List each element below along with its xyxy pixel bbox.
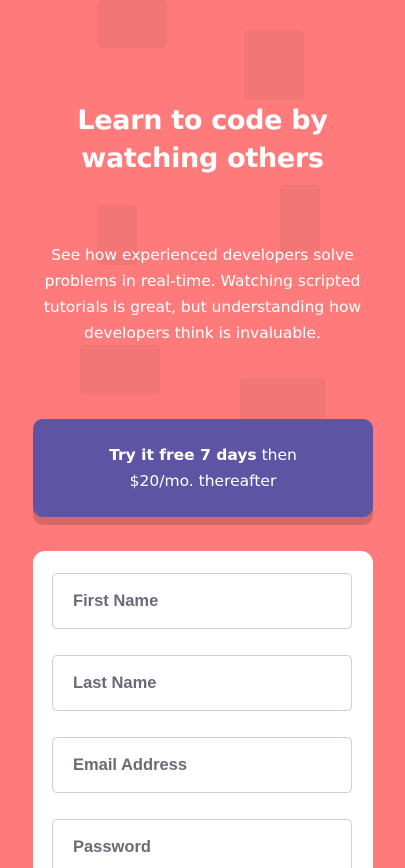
promo-line-2: $20/mo. thereafter bbox=[129, 472, 277, 490]
first-name-field[interactable] bbox=[52, 573, 352, 629]
promo-rest-text: then bbox=[256, 446, 297, 464]
first-name-input[interactable] bbox=[71, 590, 333, 612]
hero-section: Learn to code by watching others See how… bbox=[0, 102, 405, 346]
last-name-input[interactable] bbox=[71, 672, 333, 694]
promo-bold-text: Try it free 7 days bbox=[109, 446, 257, 464]
free-trial-banner: Try it free 7 days then $20/mo. thereaft… bbox=[33, 419, 373, 517]
last-name-field[interactable] bbox=[52, 655, 352, 711]
email-input[interactable] bbox=[71, 754, 333, 776]
signup-form-card bbox=[33, 551, 373, 868]
title-line-1: Learn to code by bbox=[77, 105, 328, 136]
password-input[interactable] bbox=[71, 836, 333, 858]
document-icon bbox=[80, 345, 160, 395]
title-line-2: watching others bbox=[81, 143, 324, 174]
briefcase-icon bbox=[244, 30, 304, 100]
hero-description: See how experienced developers solve pro… bbox=[43, 246, 362, 342]
email-field[interactable] bbox=[52, 737, 352, 793]
page-title: Learn to code by watching others bbox=[0, 102, 405, 178]
promo-line-1: Try it free 7 days then bbox=[109, 442, 297, 468]
home-icon bbox=[97, 0, 167, 48]
password-field[interactable] bbox=[52, 819, 352, 868]
